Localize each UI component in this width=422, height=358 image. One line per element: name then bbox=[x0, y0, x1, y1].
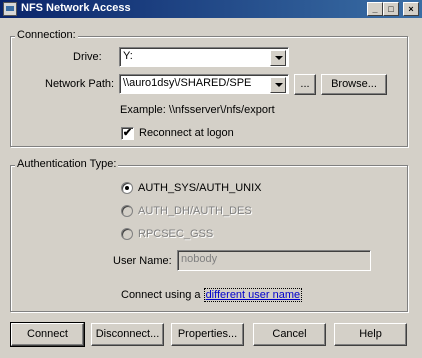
rpcsec-gss-radio bbox=[121, 228, 133, 240]
connection-legend: Connection: bbox=[15, 29, 78, 41]
chevron-down-icon[interactable] bbox=[270, 50, 286, 66]
help-button[interactable]: Help bbox=[334, 323, 407, 346]
properties-button[interactable]: Properties... bbox=[171, 323, 244, 346]
auth-dh-label: AUTH_DH/AUTH_DES bbox=[138, 205, 252, 217]
connect-using-text: Connect using a different user name bbox=[121, 288, 303, 302]
connect-button[interactable]: Connect bbox=[10, 322, 85, 347]
username-field: nobody bbox=[177, 250, 371, 271]
nfs-app-icon bbox=[3, 2, 17, 16]
username-label: User Name: bbox=[113, 255, 172, 267]
drive-label: Drive: bbox=[73, 51, 102, 63]
browse-button[interactable]: Browse... bbox=[321, 74, 387, 95]
network-path-combobox[interactable]: \\auro1dsy\/SHARED/SPE bbox=[119, 74, 289, 94]
network-path-value: \\auro1dsy\/SHARED/SPE bbox=[123, 77, 252, 89]
example-text: Example: \\nfsserver\/nfs/export bbox=[120, 104, 275, 116]
authentication-legend: Authentication Type: bbox=[15, 158, 119, 170]
connect-using-prefix: Connect using a bbox=[121, 289, 204, 301]
ellipsis-button[interactable]: ... bbox=[294, 74, 316, 95]
network-path-label: Network Path: bbox=[45, 78, 115, 90]
drive-value: Y: bbox=[123, 50, 133, 62]
close-button[interactable]: × bbox=[403, 2, 419, 16]
auth-dh-radio bbox=[121, 205, 133, 217]
auth-sys-radio[interactable] bbox=[121, 182, 133, 194]
rpcsec-gss-label: RPCSEC_GSS bbox=[138, 228, 214, 240]
title-bar[interactable]: NFS Network Access _ □ × bbox=[0, 0, 422, 18]
minimize-button[interactable]: _ bbox=[367, 2, 383, 16]
drive-select[interactable]: Y: bbox=[119, 47, 289, 67]
disconnect-button[interactable]: Disconnect... bbox=[91, 323, 164, 346]
radio-dot bbox=[125, 186, 129, 190]
chevron-down-icon[interactable] bbox=[270, 77, 286, 93]
username-value: nobody bbox=[181, 253, 218, 265]
different-user-name-link[interactable]: different user name bbox=[203, 288, 303, 302]
reconnect-checkbox[interactable]: ✔ bbox=[121, 127, 134, 140]
reconnect-label[interactable]: Reconnect at logon bbox=[139, 127, 234, 139]
cancel-button[interactable]: Cancel bbox=[253, 323, 326, 346]
auth-sys-label[interactable]: AUTH_SYS/AUTH_UNIX bbox=[138, 182, 261, 194]
window-title: NFS Network Access bbox=[21, 2, 131, 14]
maximize-button[interactable]: □ bbox=[383, 2, 399, 16]
